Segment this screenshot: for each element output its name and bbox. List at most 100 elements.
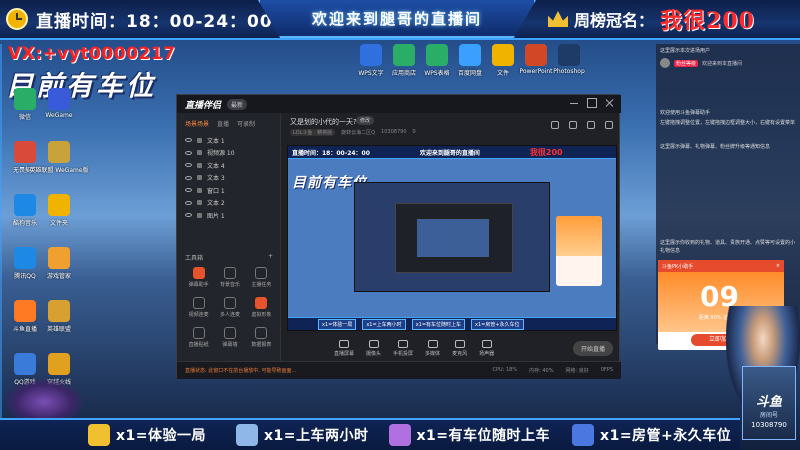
reward-label: x1=上车两小时	[264, 428, 369, 444]
lock-icon[interactable]	[197, 137, 202, 143]
screen-capture-button[interactable]: 直播屏幕	[334, 339, 354, 357]
phone-cast-button[interactable]: 手机投屏	[393, 339, 413, 357]
app-titlebar[interactable]: 直播伴侣 最新	[177, 95, 621, 113]
shortcut-label: Photoshop	[553, 68, 585, 75]
eye-icon[interactable]	[185, 150, 192, 155]
tab-live[interactable]: 直播	[217, 119, 229, 128]
cpu-stat: CPU: 18%	[492, 367, 518, 373]
app-icon	[48, 141, 70, 163]
tools-grid: 弹幕助手 背景音乐 主播任务视频连麦 多人连麦 虚拟形象直播贴纸 弹幕墙 数据报表	[183, 267, 277, 348]
tool-item[interactable]: 数据报表	[246, 327, 277, 348]
app-icon	[48, 300, 70, 322]
desktop-shortcut[interactable]: 英雄联盟	[36, 300, 82, 333]
eye-icon[interactable]	[185, 200, 192, 205]
close-icon[interactable]: ×	[776, 263, 780, 269]
lock-icon[interactable]	[197, 200, 202, 206]
ctrl-label: 麦克风	[452, 350, 468, 357]
preview-banner: 直播时间：18：00-24：00 欢迎来到腿哥的直播间 我很200	[288, 146, 616, 159]
scene-item[interactable]: 文本 3	[185, 172, 272, 185]
desktop-shortcut[interactable]: 文件夹	[36, 194, 82, 227]
eye-icon[interactable]	[185, 138, 192, 143]
scene-item[interactable]: 视频源 10	[185, 147, 272, 160]
nested-preview	[354, 182, 550, 292]
app-sidebar: 场景场景 直播 可录制 文本 1 视频源 10 文本 4 文本 3 窗口 1 文本 2 图片…	[177, 113, 281, 361]
tool-item[interactable]: 视频连麦	[183, 297, 214, 318]
app-icon	[459, 44, 481, 66]
fan-level-badge: 粉丝等级	[674, 59, 699, 67]
eye-icon[interactable]	[185, 188, 192, 193]
app-icon	[14, 300, 36, 322]
preview-promo-card	[556, 216, 602, 286]
stream-preview[interactable]: 直播时间：18：00-24：00 欢迎来到腿哥的直播间 我很200 目前有车位 …	[287, 145, 617, 331]
app-icon	[525, 44, 547, 66]
desktop-shortcut[interactable]: WeGame	[36, 88, 82, 119]
lock-icon[interactable]	[197, 187, 202, 193]
eye-icon[interactable]	[185, 213, 192, 218]
eye-icon[interactable]	[185, 175, 192, 180]
room-title[interactable]: 又是划的小代的一天?	[290, 117, 357, 127]
tool-item[interactable]: 弹幕助手	[183, 267, 214, 288]
reward-item: x1=房管+永久车位	[572, 424, 731, 446]
multimedia-button[interactable]: 多媒体	[425, 339, 440, 357]
tool-item[interactable]: 背景音乐	[214, 267, 245, 288]
scene-item[interactable]: 文本 1	[185, 134, 272, 147]
tab-record[interactable]: 可录制	[237, 119, 255, 128]
room-id: 10308790	[381, 129, 407, 135]
more-icon[interactable]	[605, 121, 613, 129]
tool-label: 弹幕助手	[188, 282, 209, 288]
tool-label: 主播任务	[251, 282, 272, 288]
room-category[interactable]: LOL斗鱼 · 精英版	[290, 129, 336, 136]
memory-stat: 内存: 40%	[529, 368, 554, 374]
tab-scene[interactable]: 场景场景	[185, 119, 209, 128]
speaker-button[interactable]: 扬声器	[479, 339, 495, 357]
shortcut-label: WeGame	[45, 112, 73, 119]
version-badge[interactable]: 最新	[227, 98, 248, 110]
tool-item[interactable]: 直播贴纸	[183, 327, 214, 348]
scene-list: 文本 1 视频源 10 文本 4 文本 3 窗口 1 文本 2 图片 1	[177, 134, 280, 222]
lock-icon[interactable]	[197, 162, 202, 168]
phone-icon	[398, 339, 409, 348]
share-icon[interactable]	[551, 121, 559, 129]
scene-item[interactable]: 窗口 1	[185, 184, 272, 197]
room-count: 0	[412, 129, 416, 135]
chat-message: 左键拖拽调整位置，左键拖拽边框调整大小，右键有设置菜单	[660, 120, 796, 126]
start-live-button[interactable]: 开始直播	[572, 340, 613, 356]
tool-item[interactable]: 虚拟形象	[246, 297, 277, 318]
ctrl-label: 扬声器	[479, 350, 495, 357]
promo-header: 斗鱼PK小助手 ×	[658, 260, 784, 272]
app-icon	[558, 44, 580, 66]
tool-label: 弹幕墙	[222, 342, 238, 348]
scene-item[interactable]: 图片 1	[185, 209, 272, 222]
tool-icon	[223, 267, 236, 279]
scene-item[interactable]: 文本 2	[185, 197, 272, 210]
microphone-button[interactable]: 麦克风	[452, 339, 468, 357]
minimize-icon[interactable]	[569, 98, 579, 108]
maximize-icon[interactable]	[587, 98, 597, 108]
eye-icon[interactable]	[185, 163, 192, 168]
tool-item[interactable]: 多人连麦	[214, 297, 245, 318]
desktop-shortcut[interactable]: 游戏管家	[36, 247, 82, 280]
camera-icon	[368, 339, 379, 348]
live-companion-window[interactable]: 直播伴侣 最新 场景场景 直播 可录制 文本 1 视频源 10 文本 4 文本 3 窗口…	[176, 94, 621, 379]
scene-label: 视频源 10	[207, 150, 235, 158]
camera-button[interactable]: 摄像头	[366, 339, 381, 357]
preview-reward-4: x1=房管+永久车位	[471, 318, 524, 330]
lock-icon[interactable]	[197, 150, 202, 156]
scene-label: 文本 1	[207, 137, 225, 145]
lock-icon[interactable]	[197, 175, 202, 181]
edit-button[interactable]: 修改	[356, 116, 375, 125]
desktop-shortcut[interactable]: Photoshop	[546, 44, 592, 75]
desktop-shortcut[interactable]: 英雄联盟 WeGame版	[29, 141, 89, 174]
scene-item[interactable]: 文本 4	[185, 159, 272, 172]
app-icon	[48, 88, 70, 110]
tool-item[interactable]: 主播任务	[246, 267, 277, 288]
lock-icon[interactable]	[197, 212, 202, 218]
app-icon	[14, 141, 36, 163]
settings-icon[interactable]	[569, 121, 577, 129]
reward-item: x1=上车两小时	[236, 424, 369, 446]
close-icon[interactable]	[605, 98, 615, 108]
notification-icon[interactable]	[587, 121, 595, 129]
add-tool-icon[interactable]: +	[268, 253, 273, 262]
tool-icon	[192, 297, 205, 309]
tool-item[interactable]: 弹幕墙	[214, 327, 245, 348]
